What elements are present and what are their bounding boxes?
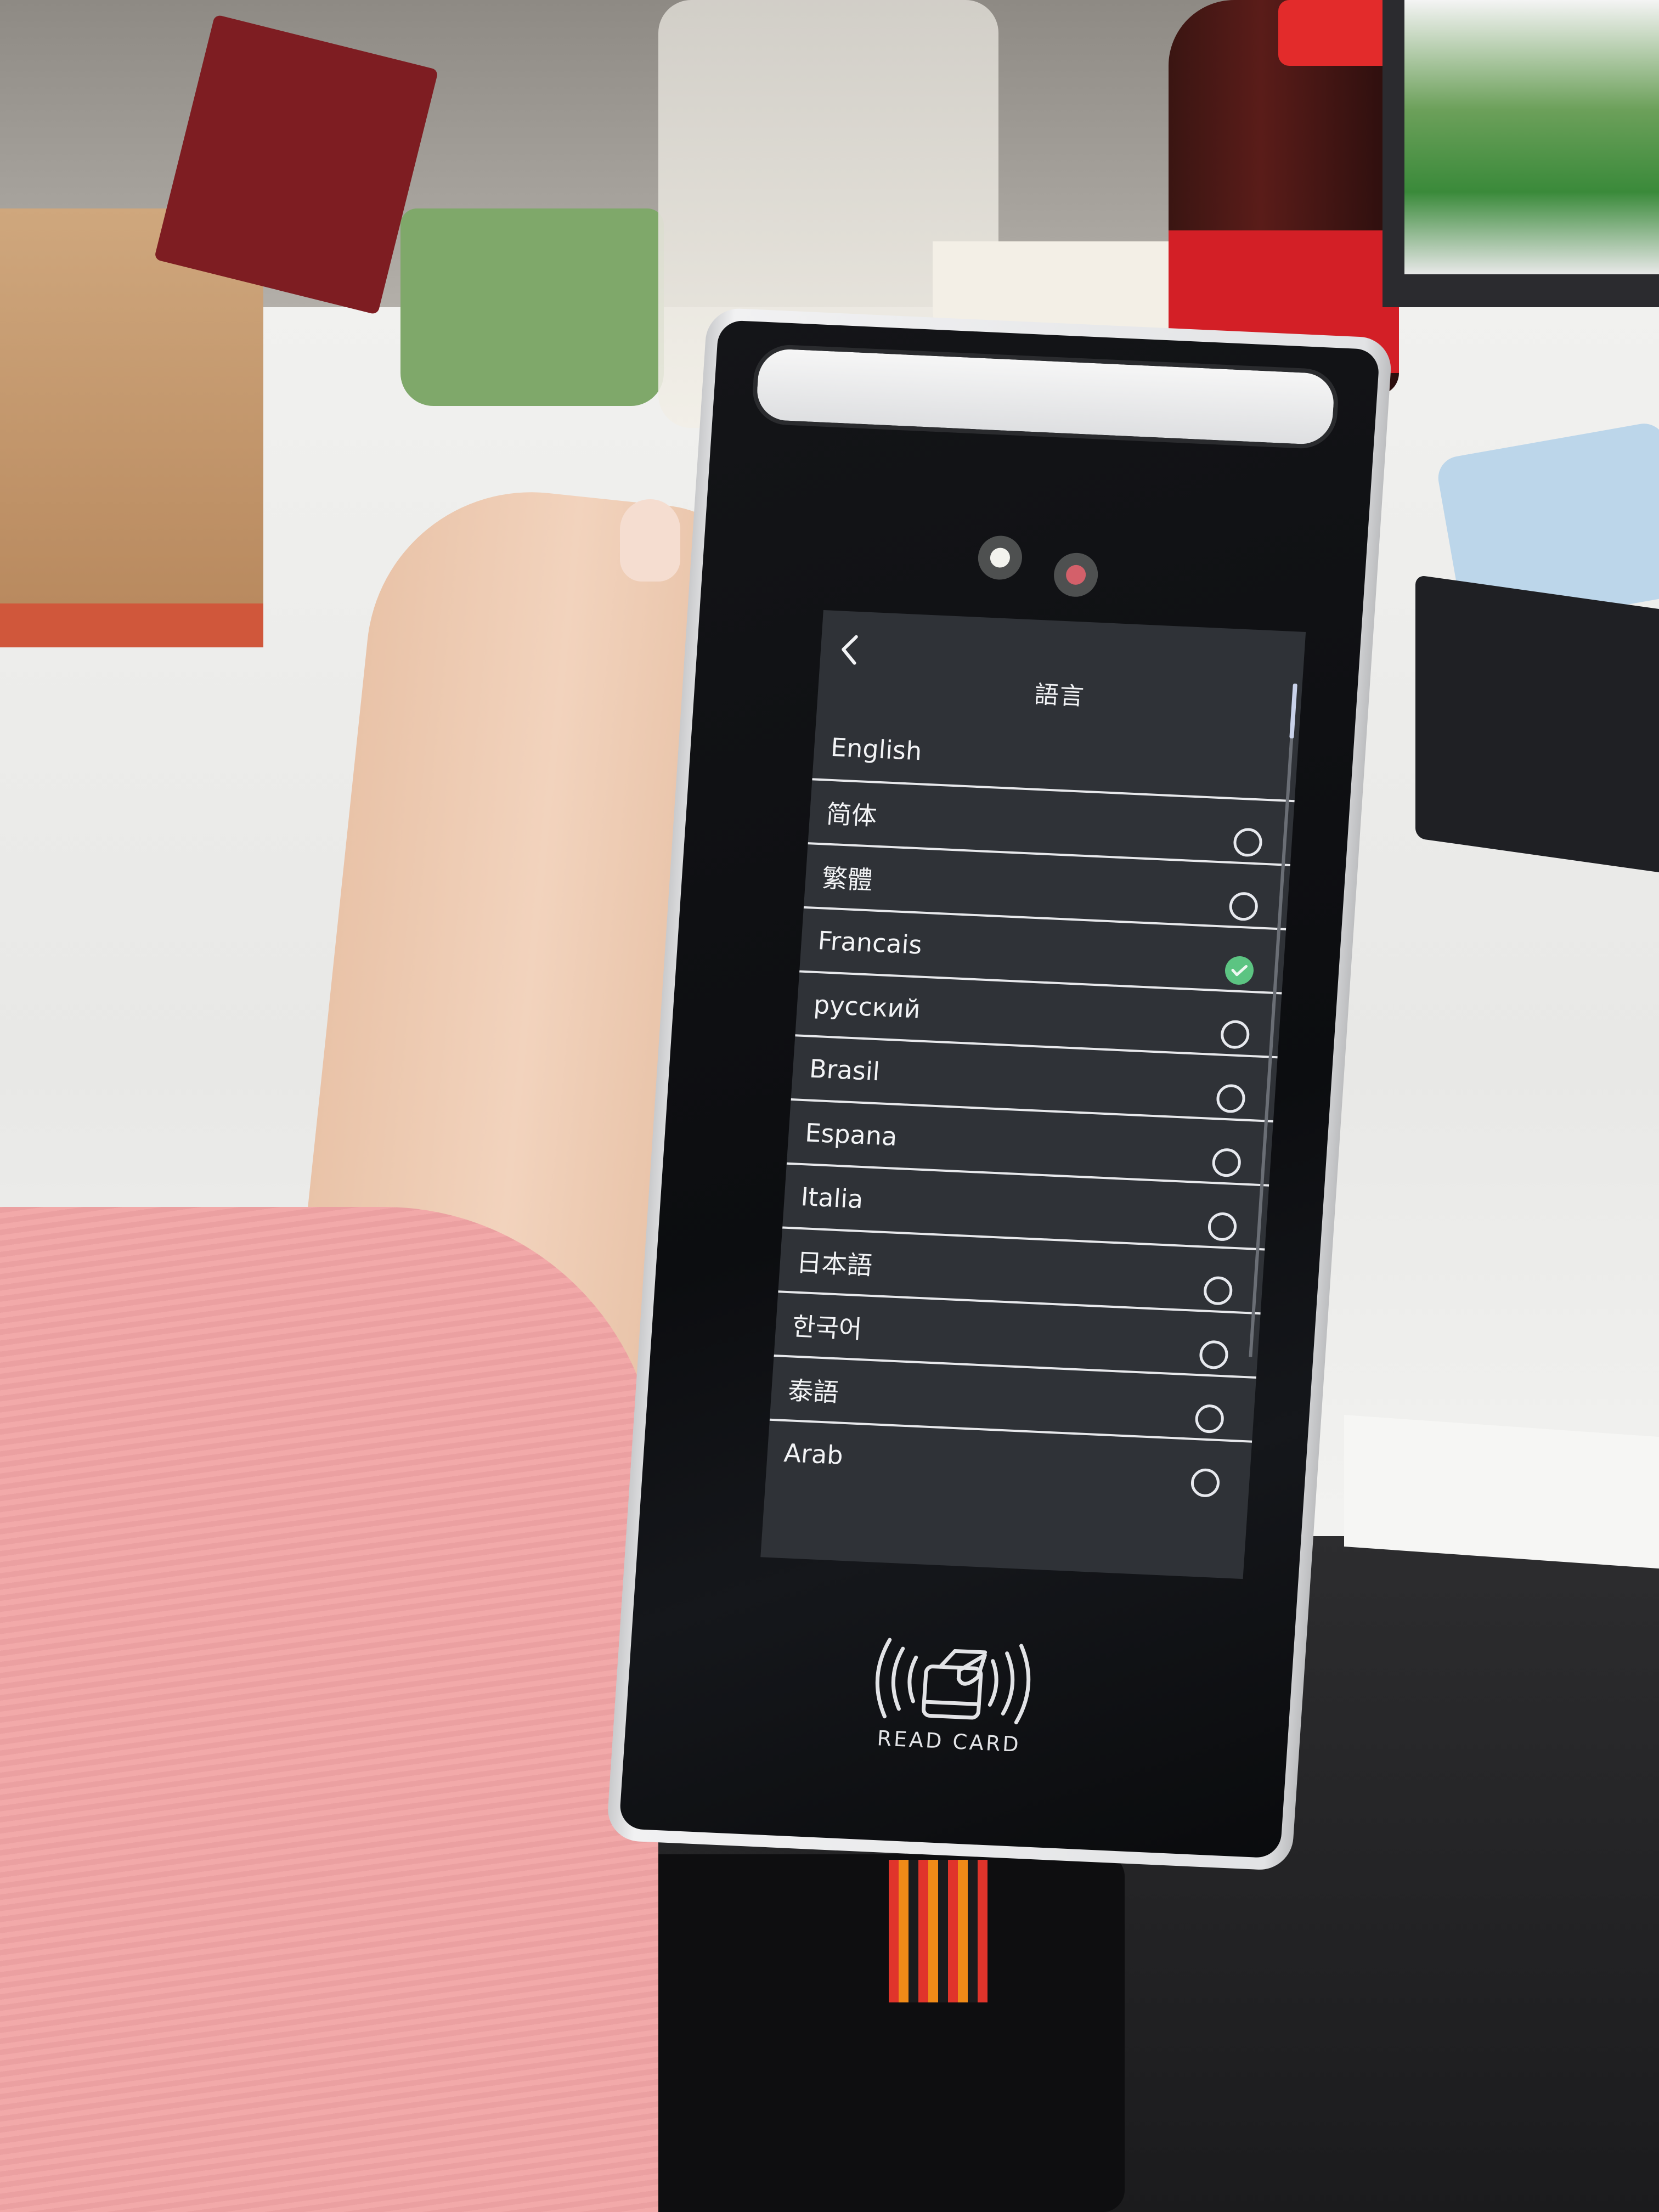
wires xyxy=(889,1860,988,2002)
radio-hidden-icon[interactable] xyxy=(1237,762,1267,792)
language-label: 泰語 xyxy=(787,1375,840,1407)
camera-icon xyxy=(977,534,1024,581)
page-title: 語言 xyxy=(1033,680,1086,711)
read-card-label: READ CARD xyxy=(876,1726,1022,1757)
language-label: Brasil xyxy=(808,1053,881,1086)
selected-check-icon[interactable] xyxy=(1224,955,1255,985)
keyboard xyxy=(1415,574,1659,874)
nfc-card-icon xyxy=(875,1638,1031,1725)
radio-unselected-icon[interactable] xyxy=(1220,1019,1250,1049)
language-label: русский xyxy=(812,989,922,1024)
radio-unselected-icon[interactable] xyxy=(1215,1083,1246,1114)
radio-unselected-icon[interactable] xyxy=(1228,891,1259,921)
radio-unselected-icon[interactable] xyxy=(1211,1147,1242,1177)
radio-unselected-icon[interactable] xyxy=(1194,1403,1225,1434)
thumbnail-nail xyxy=(620,499,680,582)
access-control-device: 語言 English 简体繁體 Francais русский Brasil Espan… xyxy=(606,307,1393,1871)
language-label: 繁體 xyxy=(821,862,874,895)
radio-unselected-icon[interactable] xyxy=(1232,827,1263,857)
language-label: 日本語 xyxy=(795,1247,873,1280)
language-settings-screen: 語言 English 简体繁體 Francais русский Brasil Espan… xyxy=(760,610,1306,1579)
radio-unselected-icon[interactable] xyxy=(1198,1339,1229,1370)
language-label: 한국어 xyxy=(791,1311,863,1344)
green-cup xyxy=(400,208,664,406)
checkmark-icon xyxy=(1231,964,1248,976)
black-box xyxy=(631,1854,1125,2212)
language-label: Arab xyxy=(783,1437,844,1470)
language-label: Italia xyxy=(800,1181,865,1214)
pink-sleeve xyxy=(0,1207,658,2212)
language-label: 简体 xyxy=(825,799,878,831)
language-label: Espana xyxy=(804,1117,899,1152)
monitor-screen xyxy=(1404,0,1659,274)
language-list: English 简体繁體 Francais русский Brasil Espana It… xyxy=(764,714,1299,1536)
chevron-left-icon xyxy=(842,635,858,665)
photo-scene: 語言 English 简体繁體 Francais русский Brasil Espan… xyxy=(0,0,1659,2212)
language-label: Francais xyxy=(817,925,923,960)
fill-light-bar xyxy=(751,343,1340,450)
desk-edge xyxy=(1344,1415,1659,1570)
device-face: 語言 English 简体繁體 Francais русский Brasil Espan… xyxy=(618,319,1380,1859)
ir-camera-icon xyxy=(1052,552,1099,598)
card-reader-area: READ CARD xyxy=(860,1633,1043,1757)
radio-unselected-icon[interactable] xyxy=(1203,1276,1233,1306)
language-label: English xyxy=(830,732,923,766)
radio-unselected-icon[interactable] xyxy=(1190,1468,1221,1498)
cola-bottle-cap xyxy=(1278,0,1399,66)
radio-unselected-icon[interactable] xyxy=(1207,1211,1238,1242)
